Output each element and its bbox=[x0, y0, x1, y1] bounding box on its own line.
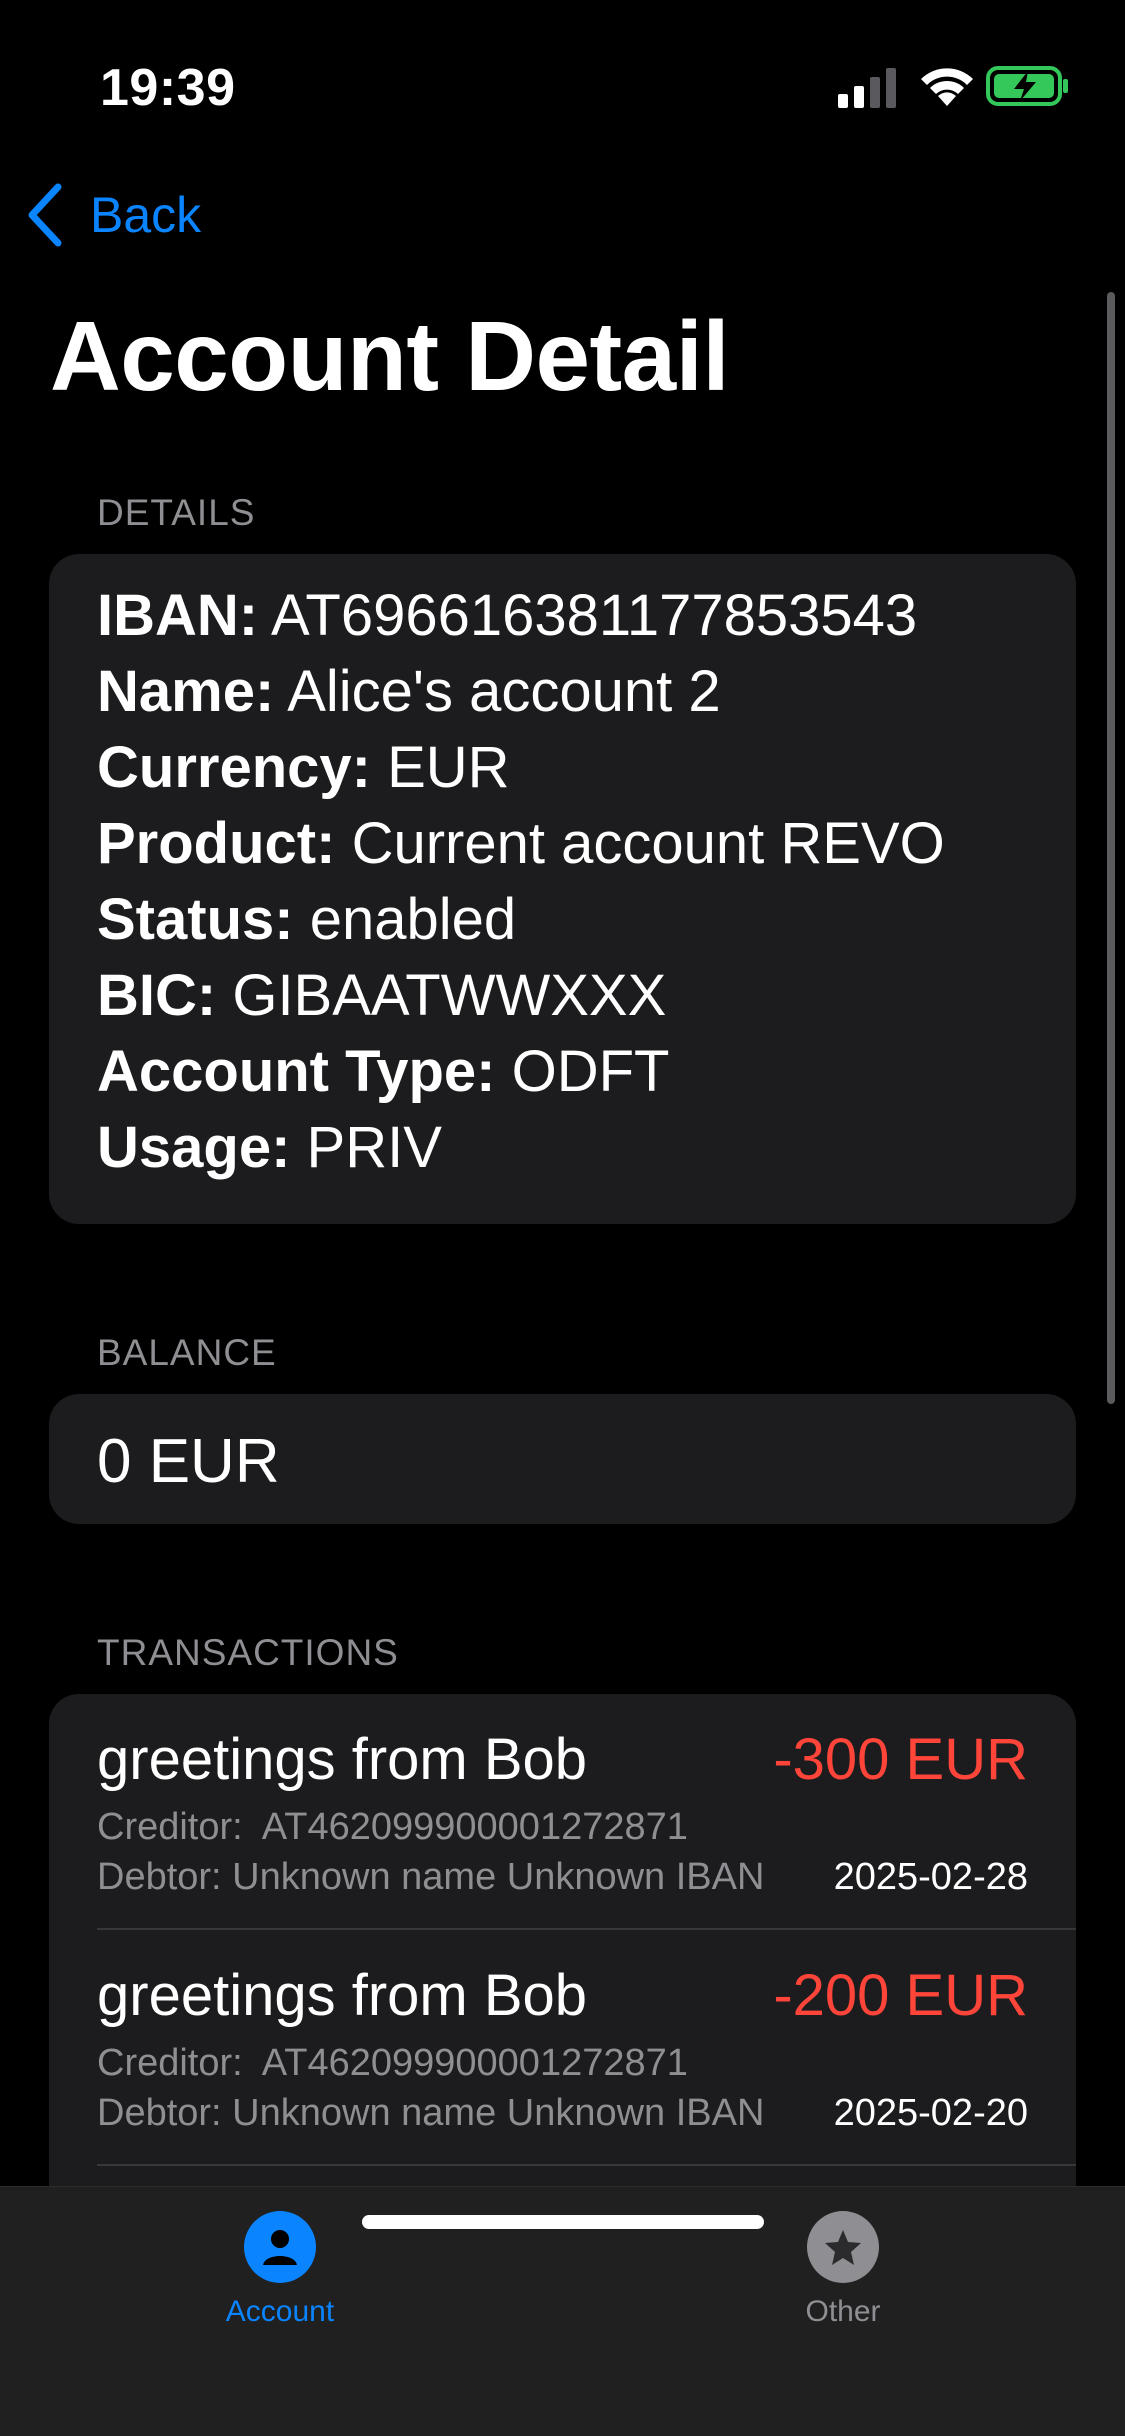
transaction-date: 2025-02-28 bbox=[833, 1856, 1028, 1898]
detail-value: GIBAATWWXXX bbox=[232, 963, 667, 1028]
star-icon bbox=[807, 2211, 879, 2283]
transaction-date: 2025-02-20 bbox=[833, 2092, 1028, 2134]
transaction-debtor: Debtor: Unknown name Unknown IBAN bbox=[97, 1856, 765, 1898]
detail-key: Status: bbox=[97, 887, 294, 952]
detail-key: Currency: bbox=[97, 735, 371, 800]
tab-other[interactable]: Other bbox=[733, 2211, 953, 2329]
row-divider bbox=[97, 2164, 1076, 2166]
balance-card: 0 EUR bbox=[49, 1394, 1076, 1524]
status-time: 19:39 bbox=[100, 59, 236, 117]
detail-value: PRIV bbox=[306, 1115, 442, 1180]
transaction-title: greetings from Bob bbox=[97, 1727, 588, 1792]
status-bar: 19:39 bbox=[0, 0, 1125, 150]
tab-bar: Account Other bbox=[0, 2186, 1125, 2436]
transaction-creditor: Creditor: AT462099900001272871 bbox=[97, 2042, 688, 2084]
details-section-header: DETAILS bbox=[97, 492, 256, 533]
detail-value: ODFT bbox=[511, 1039, 670, 1104]
detail-key: Name: bbox=[97, 659, 275, 724]
detail-key: Account Type: bbox=[97, 1039, 496, 1104]
transaction-creditor: Creditor: AT462099900001272871 bbox=[97, 1806, 688, 1848]
chevron-left-icon bbox=[28, 183, 62, 247]
transactions-section-header: TRANSACTIONS bbox=[97, 1632, 399, 1673]
transaction-row[interactable]: greetings from Bob -300 EUR Creditor: AT… bbox=[49, 1694, 1076, 1930]
person-icon bbox=[244, 2211, 316, 2283]
detail-row-currency: Currency: EUR bbox=[97, 734, 510, 801]
tab-label: Other bbox=[805, 2295, 881, 2328]
wifi-icon bbox=[921, 68, 973, 106]
detail-row-status: Status: enabled bbox=[97, 886, 516, 953]
tab-account[interactable]: Account bbox=[170, 2211, 390, 2329]
detail-value: AT696616381177853543 bbox=[271, 583, 918, 648]
detail-value: Alice's account 2 bbox=[287, 659, 721, 724]
transaction-row[interactable]: greetings from Bob -200 EUR Creditor: AT… bbox=[49, 1930, 1076, 2166]
transaction-amount: -300 EUR bbox=[773, 1727, 1028, 1792]
detail-row-usage: Usage: PRIV bbox=[97, 1114, 442, 1181]
transaction-amount: -200 EUR bbox=[773, 1963, 1028, 2028]
tab-label: Account bbox=[225, 2295, 335, 2328]
detail-row-iban: IBAN: AT696616381177853543 bbox=[97, 582, 917, 649]
page-title: Account Detail bbox=[50, 301, 730, 411]
details-card: IBAN: AT696616381177853543 Name: Alice's… bbox=[49, 554, 1076, 1224]
detail-row-name: Name: Alice's account 2 bbox=[97, 658, 721, 725]
balance-value: 0 EUR bbox=[97, 1427, 280, 1496]
detail-value: enabled bbox=[309, 887, 517, 952]
balance-section-header: BALANCE bbox=[97, 1332, 277, 1373]
back-label: Back bbox=[90, 187, 202, 243]
scroll-indicator[interactable] bbox=[1107, 292, 1115, 1404]
detail-key: BIC: bbox=[97, 963, 217, 1028]
cellular-signal-icon bbox=[838, 68, 896, 108]
detail-key: IBAN: bbox=[97, 583, 259, 648]
detail-key: Usage: bbox=[97, 1115, 291, 1180]
detail-key: Product: bbox=[97, 811, 336, 876]
home-indicator[interactable] bbox=[362, 2215, 764, 2229]
detail-value: EUR bbox=[387, 735, 510, 800]
detail-value: Current account REVO bbox=[351, 811, 945, 876]
battery-charging-icon bbox=[986, 66, 1068, 106]
transaction-debtor: Debtor: Unknown name Unknown IBAN bbox=[97, 2092, 765, 2134]
back-button[interactable]: Back bbox=[24, 180, 201, 250]
account-detail-screen: 19:39 Back Account Detail DETAILS IBAN: … bbox=[0, 0, 1125, 2436]
detail-row-product: Product: Current account REVO bbox=[97, 810, 945, 877]
transaction-title: greetings from Bob bbox=[97, 1963, 588, 2028]
detail-row-account-type: Account Type: ODFT bbox=[97, 1038, 669, 1105]
detail-row-bic: BIC: GIBAATWWXXX bbox=[97, 962, 666, 1029]
